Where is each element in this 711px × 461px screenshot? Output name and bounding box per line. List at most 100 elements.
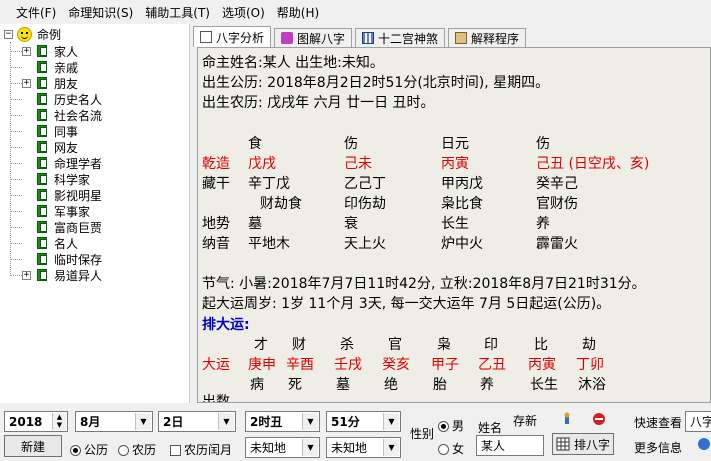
new-button[interactable]: 新建 bbox=[4, 435, 62, 457]
tree-item[interactable]: 历史名人 bbox=[22, 91, 102, 107]
tree-item-label: 社会名流 bbox=[54, 108, 103, 123]
lunar-radio[interactable]: 农历 bbox=[118, 441, 156, 458]
god-2: 日元 bbox=[441, 136, 469, 152]
god-0: 食 bbox=[248, 136, 262, 152]
tree-line bbox=[10, 147, 22, 148]
tree-item[interactable]: 名人 bbox=[22, 235, 78, 251]
tree-item-label: 命理学者 bbox=[54, 156, 103, 171]
chevron-down-icon[interactable]: ▼ bbox=[383, 413, 399, 430]
tree-item[interactable]: + 家人 bbox=[22, 43, 78, 59]
hour-select[interactable]: 2时丑 ▼ bbox=[245, 411, 320, 432]
dayun-label: 大运 bbox=[202, 357, 230, 373]
tree-item[interactable]: 临时保存 bbox=[22, 251, 102, 267]
tab-bazi-analysis[interactable]: 八字分析 bbox=[193, 26, 272, 47]
female-radio[interactable]: 女 bbox=[438, 440, 464, 457]
tree-line bbox=[10, 195, 22, 196]
tree-item[interactable]: 科学家 bbox=[22, 171, 90, 187]
wizard-icon[interactable] bbox=[560, 412, 574, 429]
tab-bar: 八字分析 图解八字 十二宫神煞 解释程序 bbox=[193, 26, 529, 47]
paipan-button[interactable]: 排八字 bbox=[552, 433, 614, 455]
tab-interpret[interactable]: 解释程序 bbox=[448, 28, 527, 47]
tree-item-label: 名人 bbox=[54, 236, 79, 251]
tree-item[interactable]: 网友 bbox=[22, 139, 78, 155]
case-tree[interactable]: − 命例 + 家人 亲戚 + 朋友 历史名人 社会名流 同事 网友 命理学者 科学家 影视明星 军事家富… bbox=[0, 24, 190, 403]
qianzao-label: 乾造 bbox=[202, 156, 230, 172]
tree-root[interactable]: − 命例 bbox=[4, 26, 61, 42]
stop-icon[interactable] bbox=[592, 412, 606, 429]
leap-label: 农历闰月 bbox=[184, 443, 233, 457]
expand-icon[interactable]: + bbox=[22, 46, 31, 56]
document-icon bbox=[200, 31, 212, 43]
spin-arrows-icon[interactable]: ▲ ▼ bbox=[52, 413, 66, 430]
bazi-analysis-panel[interactable]: 命主姓名:某人 出生地:未知。 出生公历: 2018年8月2日2时51分(北京时… bbox=[197, 47, 711, 403]
checkbox-icon[interactable] bbox=[170, 445, 181, 456]
expand-icon[interactable]: + bbox=[22, 270, 31, 280]
dishi-2: 长生 bbox=[441, 216, 469, 232]
canggan-1: 乙己丁 bbox=[344, 176, 386, 192]
tab-bazi-chart[interactable]: 图解八字 bbox=[274, 28, 353, 47]
nayin-0: 平地木 bbox=[248, 236, 290, 252]
tree-item-label: 网友 bbox=[54, 140, 79, 155]
radio-icon[interactable] bbox=[70, 445, 81, 456]
expand-icon[interactable]: + bbox=[22, 78, 31, 88]
chevron-down-icon[interactable]: ▼ bbox=[218, 413, 234, 430]
tree-item-label: 影视明星 bbox=[54, 188, 103, 203]
book-icon bbox=[35, 76, 50, 90]
save-new-label[interactable]: 存新 bbox=[513, 412, 537, 429]
chevron-down-icon[interactable]: ▼ bbox=[302, 439, 318, 456]
day-select[interactable]: 2日 ▼ bbox=[158, 411, 236, 432]
chevron-down-icon[interactable]: ▼ bbox=[302, 413, 318, 430]
tree-item-label: 家人 bbox=[54, 44, 79, 59]
tree-line bbox=[10, 99, 22, 100]
tree-item[interactable]: 富商巨贾 bbox=[22, 219, 102, 235]
tree-item-label: 临时保存 bbox=[54, 252, 103, 267]
radio-icon[interactable] bbox=[438, 421, 449, 432]
smiley-icon bbox=[17, 26, 32, 42]
pillar-month: 己未 bbox=[344, 156, 372, 172]
tree-item[interactable]: 社会名流 bbox=[22, 107, 102, 123]
menu-knowledge[interactable]: 命理知识(S) bbox=[62, 4, 139, 21]
tree-item[interactable]: 军事家 bbox=[22, 203, 90, 219]
menu-file[interactable]: 文件(F) bbox=[10, 4, 62, 21]
tree-item[interactable]: 同事 bbox=[22, 123, 78, 139]
place1-value: 未知地 bbox=[250, 441, 287, 455]
dishi-1: 衰 bbox=[344, 216, 358, 232]
tree-item[interactable]: + 朋友 bbox=[22, 75, 78, 91]
dayun-pillar: 壬戌 bbox=[334, 357, 362, 373]
menu-options[interactable]: 选项(O) bbox=[216, 4, 271, 21]
tree-item[interactable]: + 易道异人 bbox=[22, 267, 102, 283]
god-1: 伤 bbox=[344, 136, 358, 152]
tree-line bbox=[10, 163, 22, 164]
month-select[interactable]: 8月 ▼ bbox=[75, 411, 153, 432]
tree-item[interactable]: 影视明星 bbox=[22, 187, 102, 203]
solar-radio[interactable]: 公历 bbox=[70, 441, 108, 458]
collapse-icon[interactable]: − bbox=[4, 29, 13, 39]
radio-icon[interactable] bbox=[118, 445, 129, 456]
input-form: 2018 ▲ ▼ 8月 ▼ 2日 ▼ 2时丑 ▼ 51分 ▼ 性别 男 女 姓名 … bbox=[0, 403, 711, 461]
tab-twelve-palaces[interactable]: 十二宫神煞 bbox=[355, 28, 446, 47]
name-value: 某人 bbox=[481, 439, 506, 453]
info-icon[interactable] bbox=[697, 437, 711, 454]
tree-item[interactable]: 亲戚 bbox=[22, 59, 78, 75]
male-radio[interactable]: 男 bbox=[438, 417, 464, 434]
menu-tools[interactable]: 辅助工具(T) bbox=[139, 4, 216, 21]
partial-row-label: 出数 bbox=[202, 394, 230, 403]
birthplace-select-2[interactable]: 未知地 ▼ bbox=[326, 437, 401, 458]
canggan-label: 藏干 bbox=[202, 176, 230, 192]
year-spinner[interactable]: 2018 ▲ ▼ bbox=[4, 411, 68, 432]
tree-item[interactable]: 命理学者 bbox=[22, 155, 102, 171]
chevron-down-icon[interactable]: ▼ bbox=[383, 439, 399, 456]
lunar-label: 农历 bbox=[132, 443, 157, 457]
month-value: 8月 bbox=[80, 415, 101, 429]
book-icon bbox=[35, 204, 50, 218]
minute-select[interactable]: 51分 ▼ bbox=[326, 411, 401, 432]
leap-month-checkbox[interactable]: 农历闰月 bbox=[170, 441, 232, 458]
chevron-down-icon[interactable]: ▼ bbox=[135, 413, 151, 430]
tree-item-label: 军事家 bbox=[54, 204, 91, 219]
name-input[interactable]: 某人 bbox=[476, 435, 544, 456]
radio-icon[interactable] bbox=[438, 444, 449, 455]
menu-help[interactable]: 帮助(H) bbox=[271, 4, 325, 21]
quick-view-input[interactable]: 八字 bbox=[685, 411, 711, 432]
birthplace-select-1[interactable]: 未知地 ▼ bbox=[245, 437, 320, 458]
dayun-god: 杀 bbox=[340, 337, 354, 353]
